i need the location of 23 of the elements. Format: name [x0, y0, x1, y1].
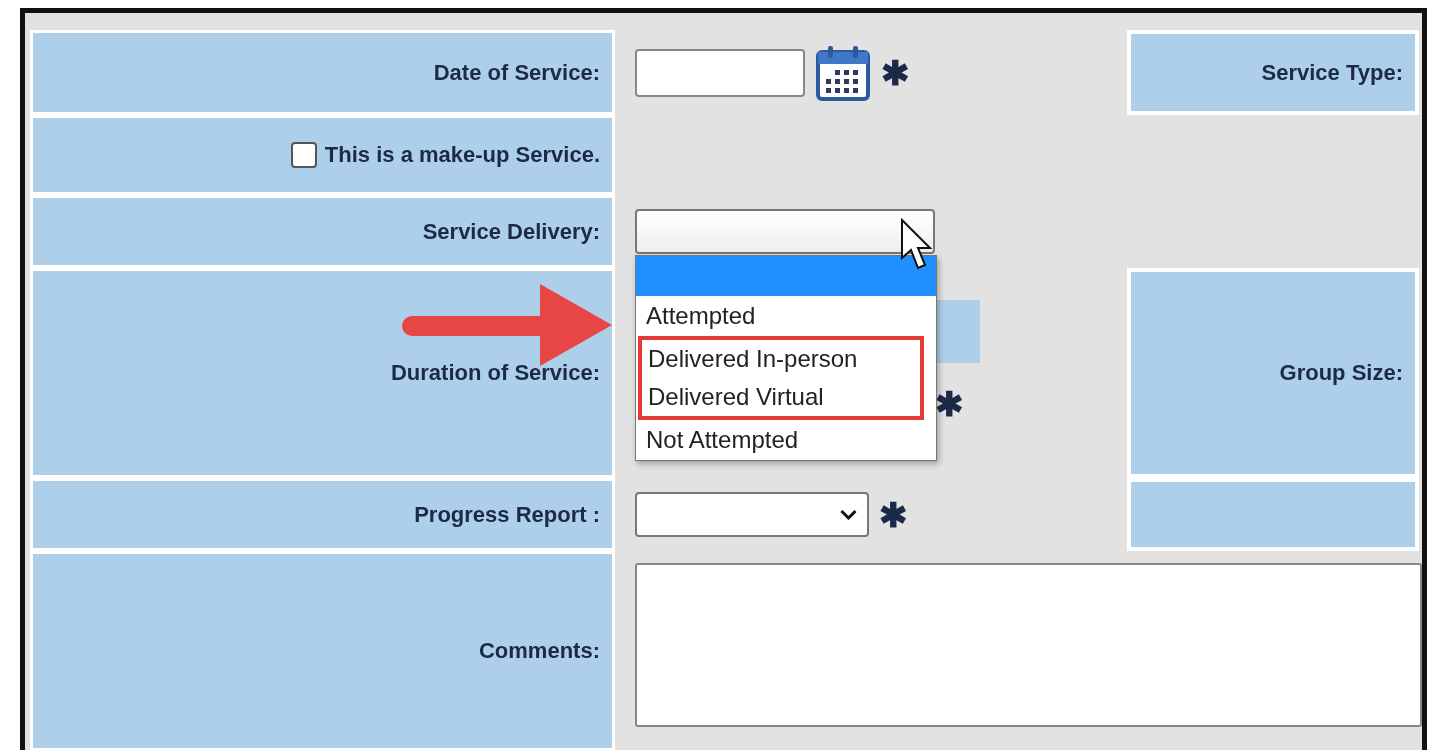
field-label: Progress Report : — [414, 501, 600, 528]
dropdown-option[interactable]: Attempted — [636, 296, 936, 336]
field-label: Duration of Service: — [390, 360, 600, 386]
comments-field[interactable] — [635, 563, 1422, 727]
checkbox[interactable] — [290, 142, 317, 168]
calendar-icon[interactable] — [815, 43, 871, 102]
dropdown-option[interactable]: Delivered Virtual — [642, 378, 920, 416]
caret-icon — [840, 509, 857, 520]
field-label: Service Delivery: — [422, 218, 600, 245]
field-background — [935, 300, 980, 363]
dropdown-option[interactable]: Not Attempted — [636, 420, 936, 460]
dropdown[interactable] — [635, 492, 869, 537]
field-label: Service Type: — [1261, 59, 1403, 86]
required-asterisk: ✱ — [879, 497, 907, 532]
field-label: Comments: — [479, 638, 600, 664]
field-label: Date of Service: — [433, 59, 600, 86]
dropdown-option[interactable]: Delivered In-person — [642, 340, 920, 378]
required-asterisk: ✱ — [881, 55, 909, 90]
dropdown[interactable] — [635, 209, 935, 254]
field-label: This is a make-up Service. — [324, 142, 600, 168]
field-label: Group Size: — [1279, 360, 1403, 386]
required-asterisk: ✱ — [935, 387, 963, 421]
date-field[interactable] — [635, 48, 805, 97]
